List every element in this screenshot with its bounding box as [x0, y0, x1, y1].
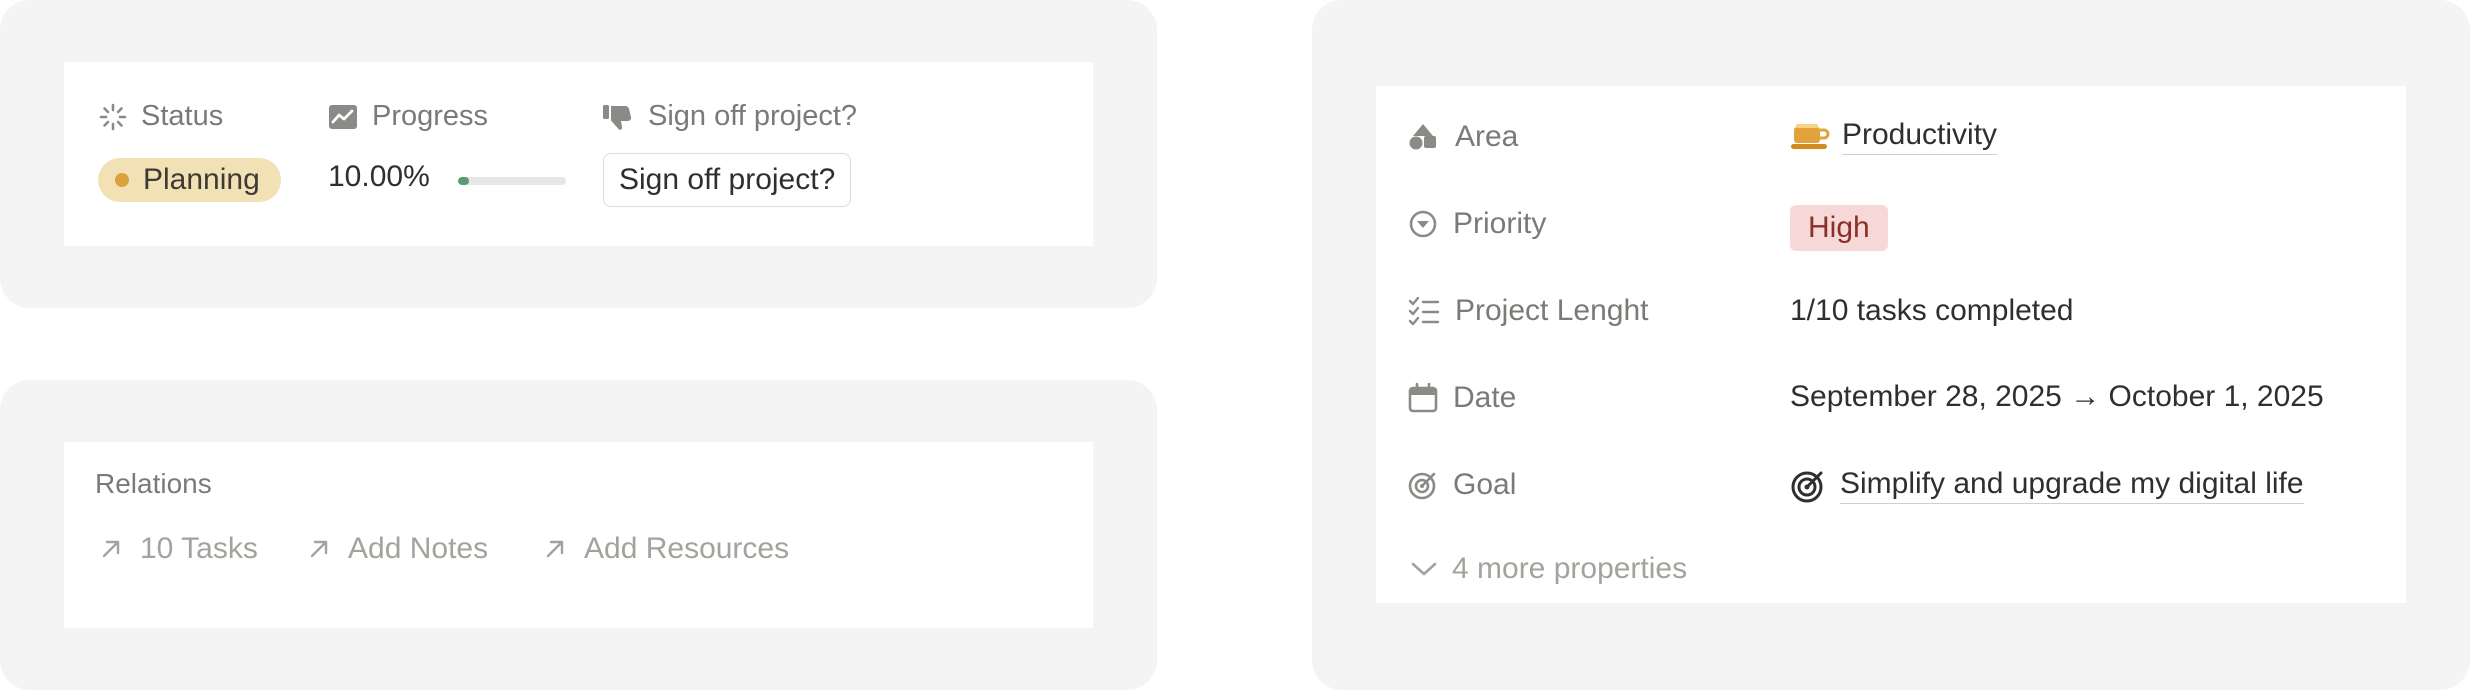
arrow-up-right-icon — [546, 540, 564, 558]
checklist-icon — [1408, 296, 1440, 326]
progress-value: 10.00% — [328, 160, 430, 193]
target-down-icon — [1409, 210, 1437, 238]
status-card — [64, 62, 1093, 246]
arrow-up-right-icon — [310, 540, 328, 558]
shapes-icon — [1409, 124, 1436, 150]
goal-icon — [1408, 472, 1436, 500]
status-dot — [115, 173, 129, 187]
relation-link-label: 10 Tasks — [140, 532, 258, 565]
thumbs-down-icon — [603, 104, 632, 130]
chart-icon — [329, 104, 357, 129]
signoff-button[interactable]: Sign off project? — [603, 153, 852, 207]
relation-link-label: Add Notes — [348, 532, 489, 565]
signoff-label-text: Sign off project? — [648, 100, 858, 132]
goal-label: Goal — [1408, 468, 1516, 502]
priority-value: High — [1808, 211, 1870, 244]
relation-link-tasks[interactable]: 10 Tasks — [100, 532, 258, 566]
progress-bar — [458, 177, 566, 185]
goal-value[interactable]: Simplify and upgrade my digital life — [1790, 467, 2304, 504]
properties-card — [1376, 86, 2406, 603]
date-label: Date — [1408, 381, 1516, 415]
relations-title: Relations — [95, 468, 212, 499]
relation-link-label: Add Resources — [584, 532, 790, 565]
progress-bar-fill — [458, 177, 469, 185]
date-label-text: Date — [1453, 381, 1517, 414]
area-label: Area — [1408, 120, 1518, 154]
arrow-up-right-icon — [102, 540, 120, 558]
status-label: Status — [99, 100, 223, 133]
progress-label-text: Progress — [372, 100, 489, 132]
signoff-label: Sign off project? — [602, 100, 857, 133]
coffee-icon — [1791, 123, 1830, 149]
project-length-label: Project Lenght — [1408, 294, 1648, 328]
more-properties-toggle[interactable]: 4 more properties — [1410, 552, 1687, 586]
area-value[interactable]: Productivity — [1790, 118, 1998, 155]
bullseye-icon — [1791, 471, 1823, 502]
relation-link-resources[interactable]: Add Resources — [544, 532, 789, 566]
date-value[interactable]: September 28, 2025 → October 1, 2025 — [1790, 380, 2324, 414]
goal-value-text: Simplify and upgrade my digital life — [1840, 467, 2304, 504]
area-value-text: Productivity — [1842, 118, 1998, 155]
status-value: Planning — [143, 163, 260, 196]
calendar-icon — [1408, 383, 1438, 413]
more-properties-label: 4 more properties — [1452, 552, 1688, 585]
relation-link-notes[interactable]: Add Notes — [308, 532, 488, 566]
priority-badge[interactable]: High — [1790, 205, 1888, 251]
progress-label: Progress — [328, 100, 488, 133]
project-length-value[interactable]: 1/10 tasks completed — [1790, 294, 2074, 328]
status-label-text: Status — [141, 100, 224, 132]
chevron-down-icon — [1411, 562, 1437, 576]
status-badge[interactable]: Planning — [98, 158, 281, 202]
priority-label-text: Priority — [1453, 207, 1547, 240]
priority-label: Priority — [1408, 207, 1546, 241]
loader-icon — [99, 103, 127, 130]
area-label-text: Area — [1455, 120, 1519, 153]
project-length-label-text: Project Lenght — [1455, 294, 1649, 327]
goal-label-text: Goal — [1453, 468, 1517, 501]
